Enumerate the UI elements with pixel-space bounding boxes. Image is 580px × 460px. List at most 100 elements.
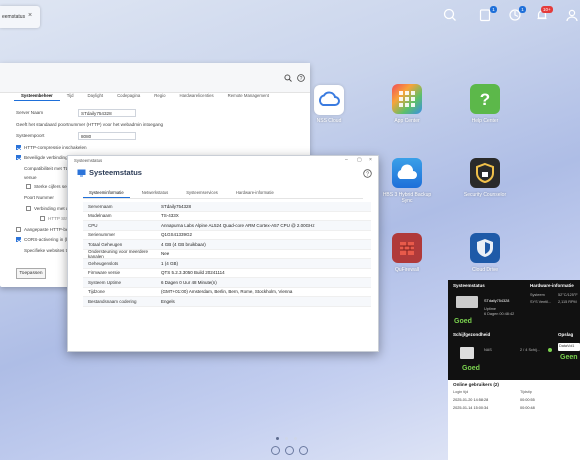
tab-systeeminformatie[interactable]: Systeeminformatie	[83, 188, 130, 198]
col-login-time: Login tijd	[453, 390, 469, 394]
row-key: Totaal Geheugen	[88, 241, 123, 247]
tab-hardware-informatie[interactable]: Hardware-informatie	[230, 188, 280, 198]
svg-text:?: ?	[300, 76, 303, 82]
server-name: STdaily754328	[484, 299, 510, 303]
tab-codepagina[interactable]: Codepagina	[110, 91, 147, 101]
systeemstatus-dialog: Systeemstatus – ▢ × Systeemstatus ? Syst…	[67, 155, 379, 352]
help-icon[interactable]: ?	[297, 74, 305, 82]
table-row: Servernaam STdaily754328	[83, 202, 371, 212]
desktop-icon-label: QuFirewall	[395, 267, 419, 273]
apply-button[interactable]: Toepassen	[16, 268, 46, 279]
disk-count: 2 / 4 Schij...	[520, 348, 540, 352]
status-tabs: Systeeminformatie Netwerkstatus Systeems…	[83, 188, 363, 199]
checkbox[interactable]	[16, 237, 21, 243]
volume-select[interactable]: DataVol1	[558, 343, 580, 351]
row-value: 6 Dagen 0 Uur 48 Minute(n)	[161, 279, 217, 285]
maximize-icon[interactable]: ▢	[357, 157, 362, 163]
tab-hardwarelicenties[interactable]: Hardwarelicenties	[173, 91, 221, 101]
nas-device-icon	[456, 296, 478, 308]
search-icon[interactable]	[443, 8, 457, 22]
storage-status: Geen	[560, 354, 578, 361]
helpdesk-icon[interactable]	[299, 446, 308, 455]
nss-cloud-icon[interactable]	[314, 85, 344, 115]
hbs-icon[interactable]	[392, 158, 422, 188]
checkbox[interactable]	[16, 227, 21, 233]
search-icon[interactable]	[285, 446, 294, 455]
system-temp-label: Systeem	[530, 293, 545, 297]
table-row: Ondersteuning voor meerdere kanalen Nee	[83, 248, 371, 259]
table-row: Geheugenslots 1 (4 GB)	[83, 259, 371, 269]
row-key: Modelnaam	[88, 213, 112, 219]
checkbox[interactable]	[26, 184, 31, 190]
table-row: Tijdzone (GMT+01:00) Amsterdam, Berlin, B…	[83, 288, 371, 297]
port-number-label: Poort Nummer	[24, 195, 54, 200]
close-icon[interactable]: ×	[369, 157, 372, 163]
row-value: Q1GS41339G2	[161, 232, 193, 238]
tab-systeemservices[interactable]: Systeemservices	[180, 188, 224, 198]
monitor-icon	[77, 169, 86, 177]
tab-systeembeheer[interactable]: Systeembeheer	[14, 91, 60, 101]
tab-netwerkstatus[interactable]: Netwerkstatus	[136, 188, 175, 198]
tab-remote-management[interactable]: Remote Management	[221, 91, 276, 101]
cors-note: Specifieke websites toe	[24, 248, 73, 253]
server-name-input[interactable]: STdaily754328	[78, 109, 136, 117]
compat-text: Compatibiliteit met TLS	[24, 166, 72, 171]
custom-https-option[interactable]: Aangepaste HTTP-beve	[16, 227, 73, 233]
svg-text:?: ?	[480, 90, 490, 109]
tab-daylight[interactable]: Daylight	[81, 91, 111, 101]
row-key: Serienummer	[88, 232, 116, 238]
disk-icon	[460, 347, 474, 359]
checkbox[interactable]	[16, 155, 21, 161]
http-compression-option[interactable]: HTTP-compressie inschakelen	[16, 145, 87, 151]
page-dot[interactable]	[294, 437, 297, 440]
desktop-icon-label: Help Center	[471, 118, 499, 124]
tab-regio[interactable]: Regio	[147, 91, 172, 101]
dialog-title: Systeemstatus	[89, 168, 142, 177]
user-icon[interactable]	[565, 8, 579, 22]
dialog-caption: Systeemstatus – ▢ ×	[68, 156, 378, 164]
row-key: Servernaam	[88, 203, 113, 209]
systeemstatus-widget-title: Systeemstatus	[453, 283, 485, 288]
cloud-drive-icon[interactable]	[470, 233, 500, 263]
table-row: CPU Annapurna Labs Alpine AL524 Quad-core…	[83, 221, 371, 231]
system-temp-value: 52°C/125°F	[558, 293, 578, 297]
minimize-icon[interactable]: –	[345, 157, 348, 163]
disk-status-good: Goed	[462, 365, 480, 372]
row-value: (GMT+01:00) Amsterdam, Berlin, Bern, Rom…	[161, 289, 293, 295]
row-value: 4 GB (4 GB bruikbaar)	[161, 241, 206, 247]
row2-time: 00:00:48	[520, 406, 535, 410]
help-center-icon[interactable]: ?	[470, 84, 500, 114]
close-icon[interactable]: ×	[28, 12, 32, 19]
hardware-widget-title: Hardware-informatie	[530, 283, 574, 288]
taskbar-item-systeemstatus[interactable]: eemstatus ×	[0, 6, 40, 28]
help-icon[interactable]: ?	[363, 169, 372, 178]
uptime-value: 6 Dagen 00:48:42	[484, 312, 515, 316]
row-key: Ondersteuning voor meerdere kanalen	[88, 248, 149, 259]
page-dot[interactable]	[276, 437, 279, 440]
row2-date: 2025-01-14 15:00:34	[453, 406, 489, 410]
desktop-icon-label: Security Counselor	[463, 192, 507, 198]
option-label: HTTP-compressie inschakelen	[24, 145, 87, 150]
row-value: Engels	[161, 298, 175, 304]
port-input[interactable]: 8080	[78, 132, 136, 140]
checkbox[interactable]	[26, 206, 31, 212]
search-icon[interactable]	[284, 74, 292, 82]
notifications-badge: 10+	[541, 6, 553, 13]
secure-connection-option[interactable]: Beveiligde verbinding (H	[16, 155, 74, 161]
checkbox[interactable]	[16, 145, 21, 151]
uptime-label: Uptime	[484, 307, 497, 311]
tasks-badge: 1	[519, 6, 526, 13]
desktop-icon-label: Cloud Drive	[471, 267, 499, 273]
desktop-icon-label: HBS 3 Hybrid Backup Sync	[382, 192, 432, 204]
app-center-icon[interactable]	[392, 84, 422, 114]
qufirewall-icon[interactable]	[392, 233, 422, 263]
desktop-icon-label: App Center	[394, 118, 420, 124]
fan-label: SYS Ventil...	[530, 300, 552, 304]
row-key: Tijdzone	[88, 289, 105, 295]
dashboard-icon[interactable]	[271, 446, 280, 455]
port-label: Systeempoort	[16, 133, 45, 138]
security-counselor-icon[interactable]	[470, 158, 500, 188]
page-dot[interactable]	[285, 437, 288, 440]
checkbox[interactable]	[40, 216, 45, 222]
tab-tijd[interactable]: Tijd	[60, 91, 81, 101]
